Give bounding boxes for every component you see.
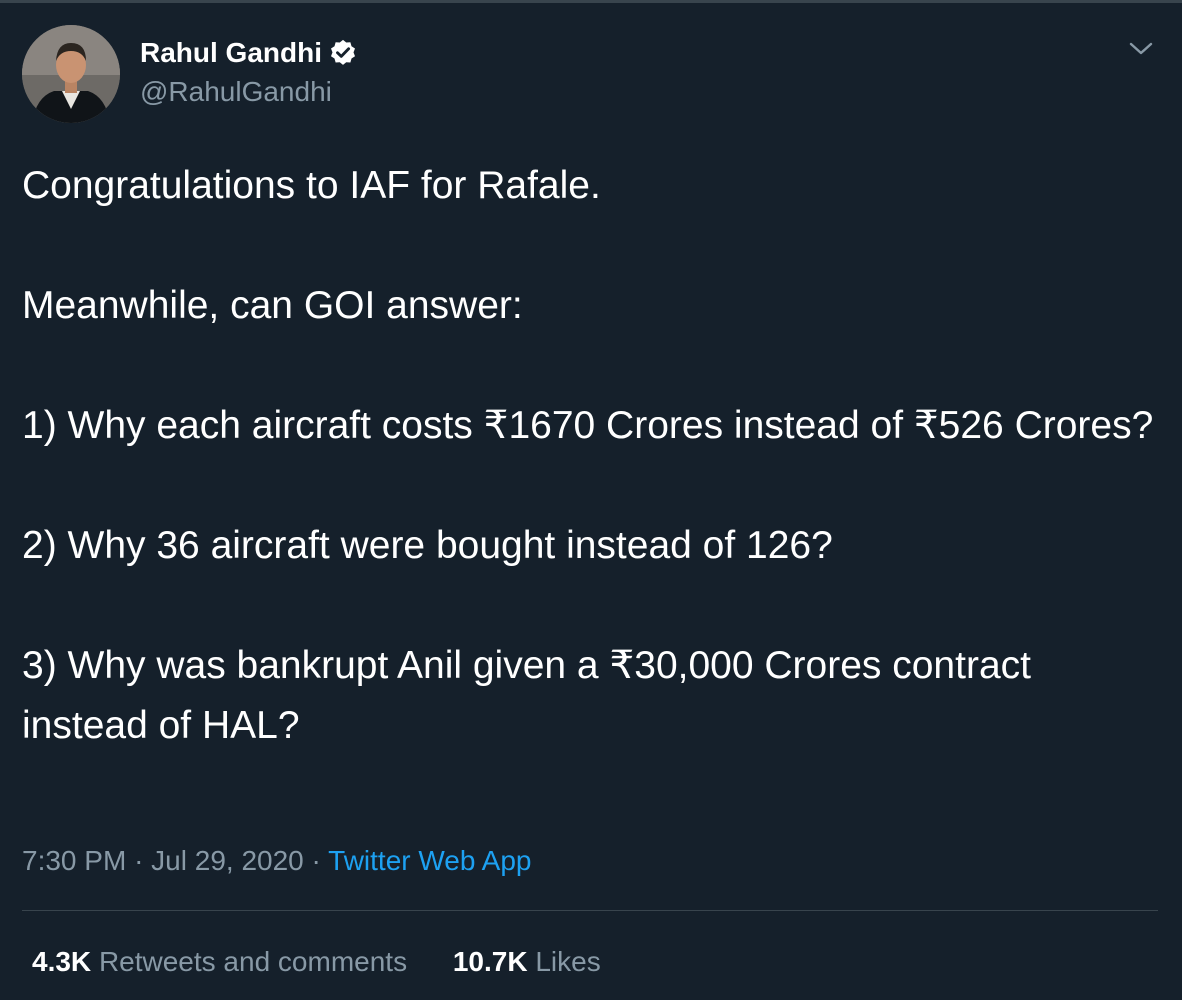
meta-separator: ·: [311, 845, 321, 876]
verified-badge-icon: [328, 38, 358, 68]
retweets-label: Retweets and comments: [98, 946, 408, 977]
divider: [22, 910, 1158, 911]
likes-stat[interactable]: 10.7K Likes: [453, 942, 601, 982]
engagement-stats: 4.3K Retweets and comments 10.7K Likes: [32, 942, 601, 982]
tweet-time[interactable]: 7:30 PM: [22, 845, 126, 876]
tweet-text: Congratulations to IAF for Rafale. Meanw…: [22, 164, 1154, 747]
chevron-down-icon[interactable]: [1126, 36, 1156, 60]
top-border: [0, 0, 1182, 3]
profile-photo-icon: [22, 25, 120, 123]
likes-count: 10.7K: [452, 946, 528, 977]
author-name-row[interactable]: Rahul Gandhi: [140, 36, 358, 70]
tweet-source-link[interactable]: Twitter Web App: [328, 845, 531, 876]
retweets-stat[interactable]: 4.3K Retweets and comments: [32, 942, 407, 982]
meta-separator: ·: [134, 845, 144, 876]
handle[interactable]: @RahulGandhi: [140, 75, 332, 109]
retweets-count: 4.3K: [32, 946, 92, 977]
tweet-meta: 7:30 PM · Jul 29, 2020 · Twitter Web App: [22, 841, 532, 881]
display-name[interactable]: Rahul Gandhi: [140, 36, 322, 70]
avatar[interactable]: [22, 25, 120, 123]
likes-label: Likes: [535, 946, 601, 977]
tweet-date[interactable]: Jul 29, 2020: [151, 845, 304, 876]
